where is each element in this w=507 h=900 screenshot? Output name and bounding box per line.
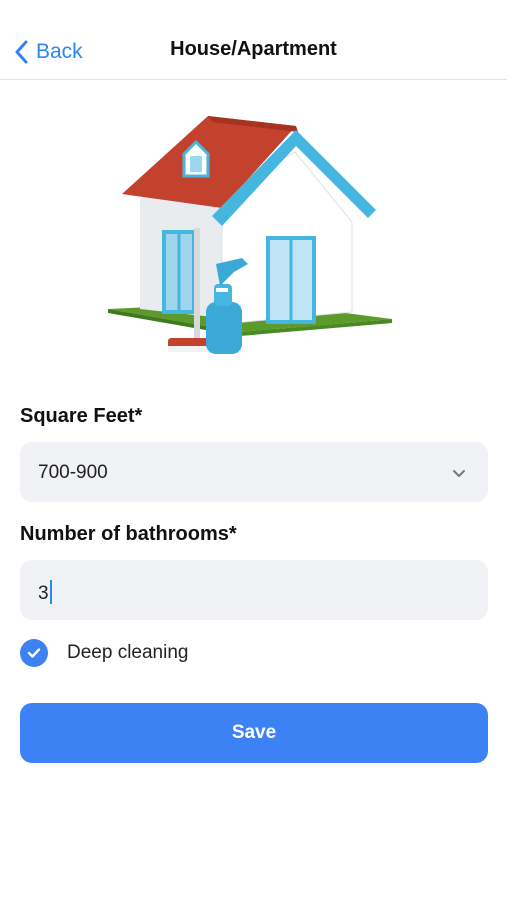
deep-cleaning-checkbox[interactable]: Deep cleaning <box>20 638 188 668</box>
deep-cleaning-label: Deep cleaning <box>67 642 189 663</box>
text-cursor <box>49 580 52 604</box>
bathrooms-label: Number of bathrooms* <box>20 523 237 545</box>
square-feet-label: Square Feet* <box>20 405 143 427</box>
chevron-down-icon <box>452 466 466 484</box>
bathrooms-input-value: 3 <box>38 580 52 605</box>
screen: Back House/Apartment Square Feet* 700-90… <box>0 0 507 900</box>
bathrooms-value: 3 <box>38 583 49 604</box>
house-illustration <box>100 104 400 366</box>
navigation-bar: Back House/Apartment <box>0 0 507 80</box>
checkmark-icon <box>20 639 48 667</box>
bathrooms-input[interactable]: 3 <box>20 560 488 620</box>
save-button[interactable]: Save <box>20 703 488 763</box>
page-title: House/Apartment <box>170 38 337 60</box>
square-feet-select[interactable]: 700-900 <box>20 442 488 502</box>
square-feet-value: 700-900 <box>38 462 108 483</box>
